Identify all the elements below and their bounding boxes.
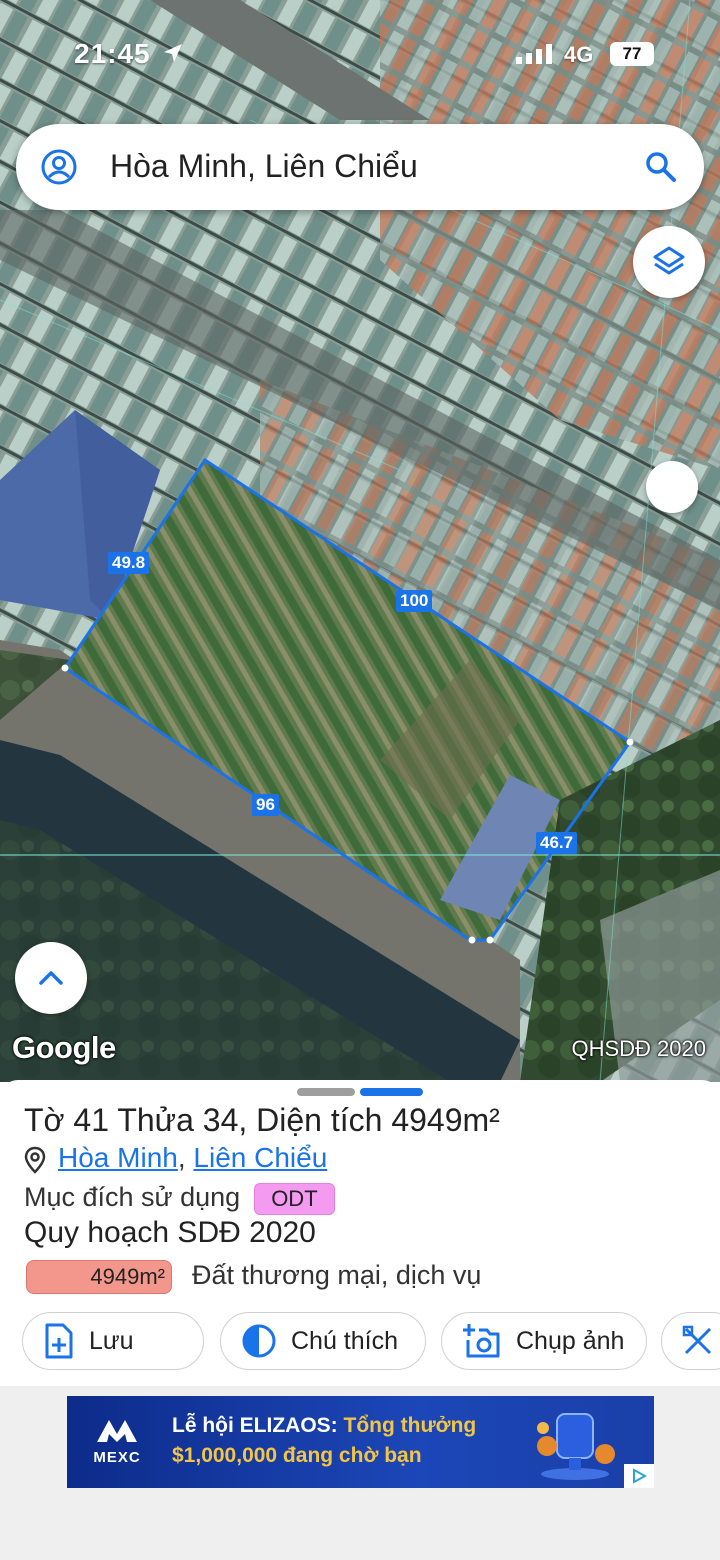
save-button-label: Lưu [89, 1326, 134, 1355]
plan-area-badge: 4949m² [26, 1260, 172, 1294]
purpose-label: Mục đích sử dụng [24, 1182, 241, 1212]
map-side-button[interactable] [646, 461, 698, 513]
expand-sheet-button[interactable] [15, 942, 87, 1014]
ad-headline-highlight: Tổng thưởng [337, 1414, 477, 1437]
ad-choices-icon [633, 1468, 647, 1484]
ad-headline: Lễ hội ELIZAOS: Tổng thưởng [172, 1414, 476, 1438]
parcel-edge-length-northeast: 100 [396, 590, 433, 612]
layer-source-label: QHSDĐ 2020 [571, 1036, 706, 1061]
add-photo-icon [463, 1324, 500, 1358]
parcel-edge-length-southeast: 46.7 [536, 832, 578, 854]
battery-icon: 77 [610, 42, 654, 66]
legend-button[interactable]: Chú thích [220, 1312, 426, 1370]
action-bar: Lưu Chú thích Chụp ảnh [0, 1312, 720, 1372]
location-separator: , [177, 1142, 194, 1173]
ad-subline: $1,000,000 đang chờ bạn [172, 1444, 422, 1467]
trophy-icon [537, 1413, 615, 1480]
google-logo: Google [12, 1030, 116, 1065]
ad-logo: MEXC [87, 1418, 147, 1466]
status-bar: 21:45 4G 77 [0, 30, 720, 78]
capture-photo-button[interactable]: Chụp ảnh [441, 1312, 647, 1370]
ad-brand: MEXC [93, 1449, 141, 1466]
land-use-purpose: Mục đích sử dụng ODT [24, 1182, 335, 1215]
parcel-title: Tờ 41 Thửa 34, Diện tích 4949m² [24, 1102, 500, 1138]
search-input[interactable]: Hòa Minh, Liên Chiểu [110, 148, 418, 185]
measure-button[interactable] [661, 1312, 720, 1370]
sheet-handle[interactable] [297, 1088, 355, 1096]
location-pin-icon [24, 1146, 46, 1174]
plan-title: Quy hoạch SDĐ 2020 [24, 1216, 316, 1249]
parcel-edge-length-southwest: 96 [252, 794, 279, 816]
chevron-up-icon [39, 971, 63, 985]
ad-banner[interactable]: MEXC Lễ hội ELIZAOS: Tổng thưởng $1,000,… [67, 1396, 654, 1488]
layers-button[interactable] [633, 226, 705, 298]
ad-choices-button[interactable] [624, 1464, 654, 1488]
ward-link[interactable]: Hòa Minh [58, 1142, 178, 1173]
search-bar[interactable]: Hòa Minh, Liên Chiểu [16, 124, 704, 210]
legend-button-label: Chú thích [291, 1326, 399, 1355]
save-button[interactable]: Lưu [22, 1312, 204, 1370]
mexc-logo-icon [97, 1420, 137, 1442]
ruler-pencil-icon [682, 1325, 712, 1355]
sheet-handle-active[interactable] [360, 1088, 423, 1096]
contrast-icon [242, 1324, 276, 1358]
parcel-info-sheet: Tờ 41 Thửa 34, Diện tích 4949m² Hòa Minh… [0, 1080, 720, 1386]
account-icon[interactable] [40, 148, 78, 186]
network-type: 4G [564, 42, 594, 67]
search-icon[interactable] [644, 150, 678, 184]
map-view[interactable]: 49.8 100 96 46.7 21:45 4G 77 Hòa Minh, L… [0, 0, 720, 1082]
add-document-icon [45, 1323, 73, 1359]
location-arrow-icon [164, 44, 182, 62]
signal-icon [516, 44, 552, 64]
district-link[interactable]: Liên Chiểu [193, 1142, 327, 1173]
purpose-code-badge: ODT [254, 1182, 335, 1215]
battery-level: 77 [622, 44, 642, 63]
ad-area: MEXC Lễ hội ELIZAOS: Tổng thưởng $1,000,… [0, 1386, 720, 1560]
plan-use-description: Đất thương mại, dịch vụ [192, 1260, 482, 1290]
parcel-location: Hòa Minh, Liên Chiểu [58, 1142, 327, 1174]
status-time: 21:45 [74, 38, 151, 69]
parcel-edge-length-northwest: 49.8 [108, 552, 150, 574]
ad-headline-prefix: Lễ hội ELIZAOS: [172, 1414, 338, 1437]
layers-icon [653, 246, 685, 275]
capture-photo-label: Chụp ảnh [516, 1326, 625, 1355]
